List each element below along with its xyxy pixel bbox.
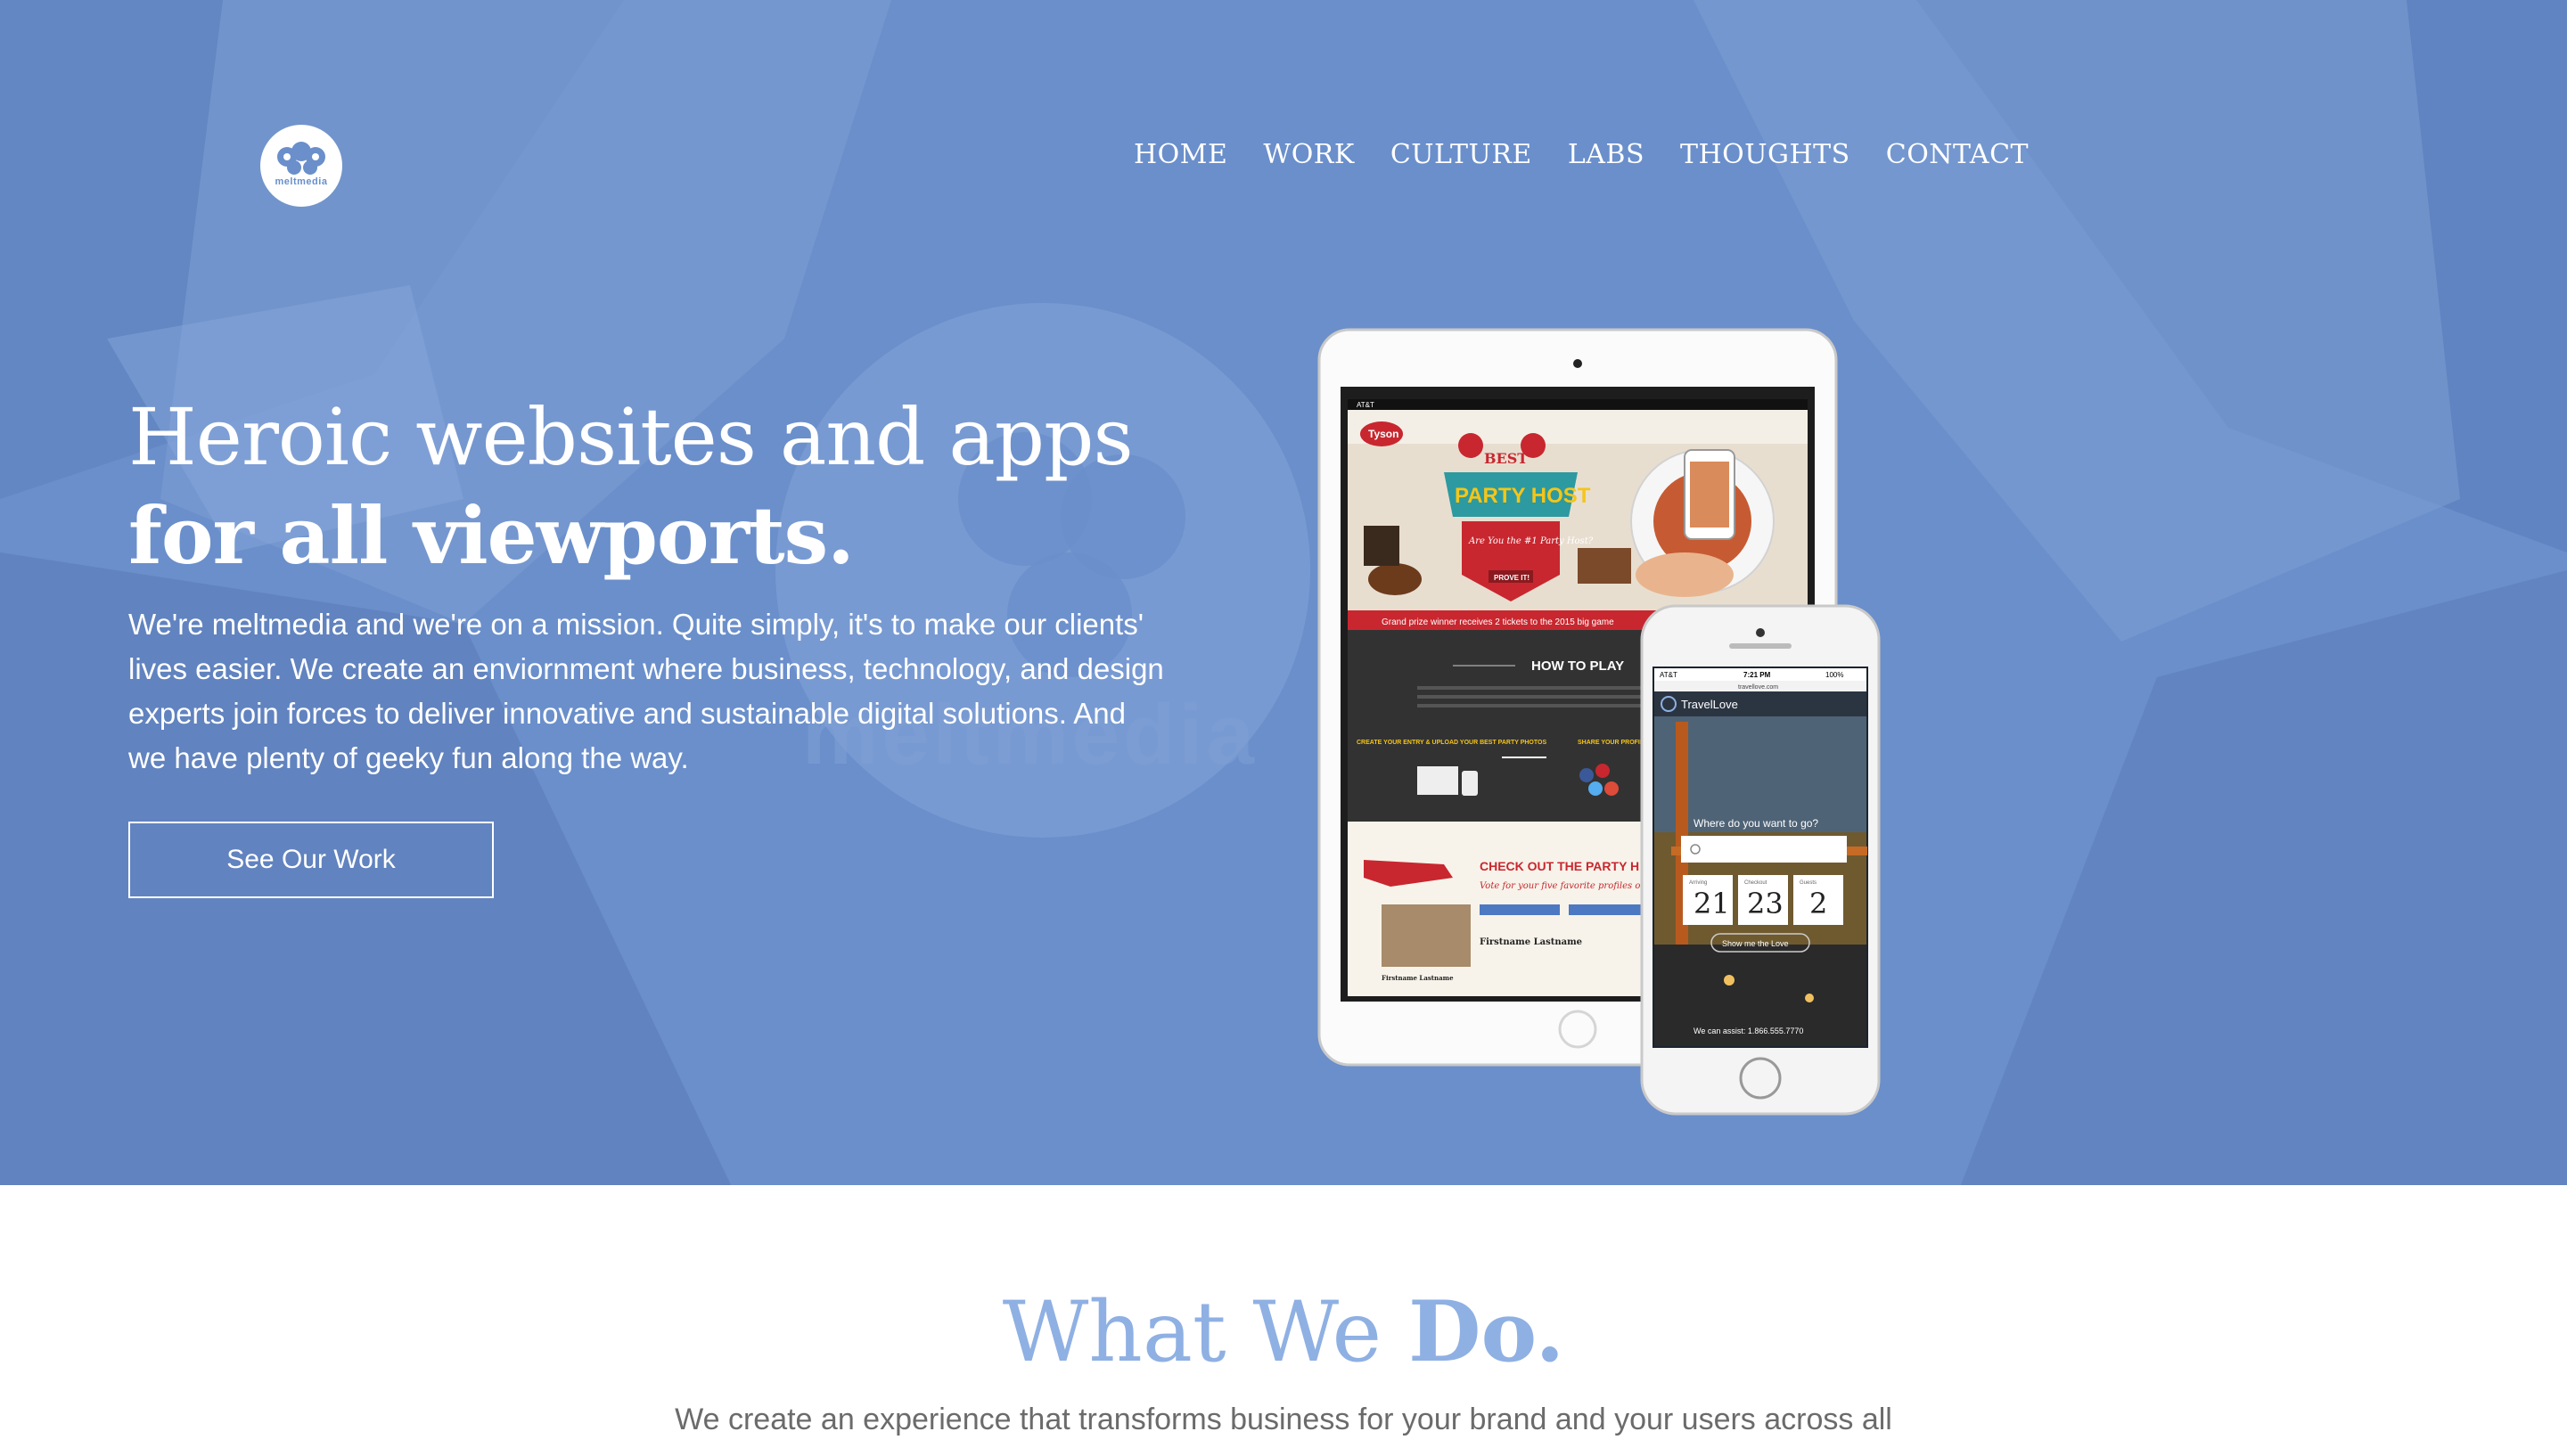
arriving-label: Arriving (1689, 880, 1707, 886)
hero-headline-line1: Heroic websites and apps (128, 391, 1134, 483)
phone-device: AT&T 7:21 PM 100% travellove.com TravelL… (1640, 604, 1881, 1116)
phone-time: 7:21 PM (1743, 671, 1771, 679)
badge-main: PARTY HOST (1455, 484, 1591, 508)
grand-prize-ribbon: Grand prize winner receives 2 tickets to… (1382, 618, 1614, 627)
assist-line: We can assist: 1.866.555.7770 (1694, 1027, 1803, 1035)
what-we-do-title-bold: Do. (1408, 1283, 1565, 1381)
arrival-date: 21 (1694, 887, 1730, 920)
meltmedia-logo[interactable]: meltmedia (260, 125, 342, 207)
guests-label: Guests (1800, 880, 1817, 886)
phone-battery: 100% (1825, 671, 1843, 679)
badge-question: Are You the #1 Party Host? (1468, 536, 1594, 546)
phone-url: travellove.com (1738, 684, 1778, 691)
badge-top: BEST (1484, 450, 1528, 467)
hero-headline-line2: for all viewports. (128, 489, 855, 582)
entry-name-1: Firstname Lastname (1382, 974, 1454, 982)
what-we-do-heading: What We Do. (0, 1283, 2567, 1381)
main-nav: HOME WORK CULTURE LABS THOUGHTS CONTACT (1134, 139, 2029, 170)
logo-text: meltmedia (275, 176, 328, 187)
phone-app-name: TravelLove (1681, 698, 1738, 711)
show-love-button: Show me the Love (1722, 939, 1789, 948)
checkout-label: Checkout (1744, 880, 1767, 886)
checkout-date: 23 (1747, 887, 1784, 920)
nav-work[interactable]: WORK (1263, 139, 1354, 170)
what-we-do-title-light: What We (1002, 1284, 1408, 1381)
nav-labs[interactable]: LABS (1568, 139, 1644, 170)
nav-thoughts[interactable]: THOUGHTS (1680, 139, 1850, 170)
phone-carrier: AT&T (1660, 671, 1677, 679)
how-to-play: HOW TO PLAY (1531, 658, 1624, 674)
hero-section: meltmedia meltmedia HOME WORK CULTURE LA… (0, 0, 2567, 1185)
nav-contact[interactable]: CONTACT (1886, 139, 2029, 170)
svg-text:AT&T: AT&T (1357, 401, 1374, 409)
nav-home[interactable]: HOME (1134, 139, 1227, 170)
logo-mark-icon (277, 142, 325, 175)
entry-name-2: Firstname Lastname (1480, 937, 1582, 947)
hero-intro: We're meltmedia and we're on a mission. … (128, 608, 1164, 774)
check-out-heading: CHECK OUT THE PARTY H (1480, 859, 1639, 873)
step-one: CREATE YOUR ENTRY & UPLOAD YOUR BEST PAR… (1357, 740, 1546, 746)
see-our-work-button[interactable]: See Our Work (128, 822, 494, 898)
what-we-do-body: We create an experience that transforms … (675, 1403, 1892, 1436)
hero-background-image (0, 0, 2567, 1185)
hero-headline: Heroic websites and apps for all viewpor… (128, 389, 1134, 585)
tyson-logo: Tyson (1368, 428, 1398, 440)
guest-count: 2 (1809, 887, 1827, 920)
phone-prompt: Where do you want to go? (1694, 817, 1818, 830)
device-mockups: AT&T Tyson BEST PARTY HOST Are You the #… (1317, 328, 1881, 1116)
vote-line: Vote for your five favorite profiles onc (1480, 881, 1652, 891)
badge-button: PROVE IT! (1494, 574, 1530, 582)
nav-culture[interactable]: CULTURE (1390, 139, 1532, 170)
